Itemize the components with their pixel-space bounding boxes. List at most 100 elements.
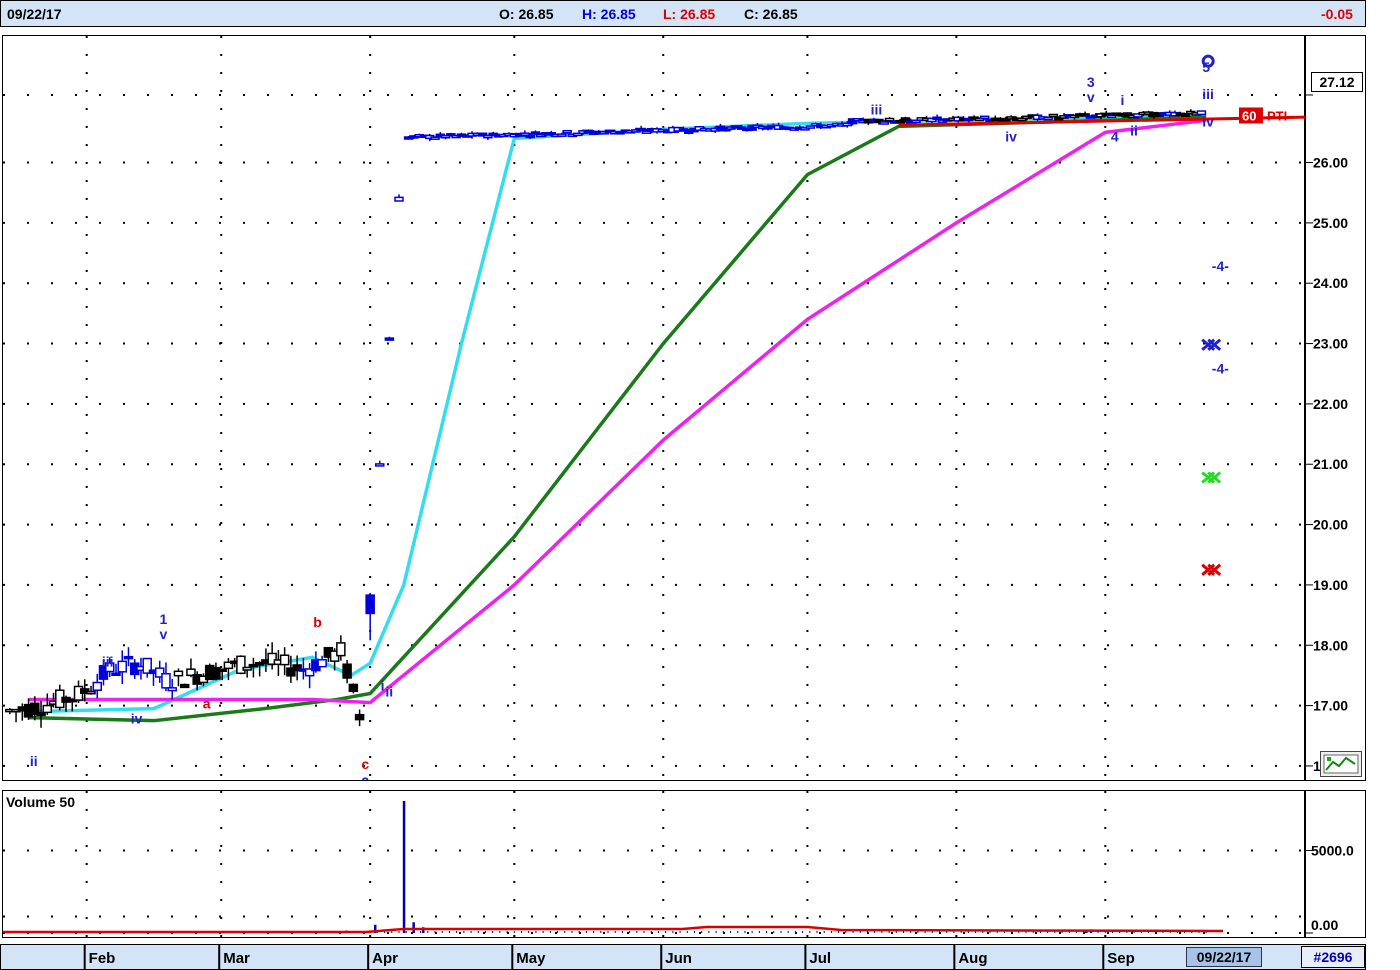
volume-tick-label-1: 5000.0 — [1311, 843, 1354, 859]
header-low: L: 26.85 — [663, 6, 716, 22]
price-tick-label-1: 17.00 — [1313, 698, 1348, 714]
last-price-tag: 27.12 — [1311, 72, 1363, 92]
candle-body — [342, 663, 352, 679]
candle-body — [279, 654, 290, 666]
time-axis[interactable]: Feb Mar Apr May Jun Jul Aug Sep — [1, 945, 1301, 969]
wave-label-4: v — [160, 626, 168, 642]
candle-body — [179, 683, 190, 689]
month-label-jun: Jun — [665, 950, 692, 967]
candle-body — [879, 121, 890, 125]
wave-label-6: b — [313, 614, 322, 630]
target-marker-green — [1201, 471, 1222, 484]
volume-chart[interactable]: 0.00 5000.0 — [3, 791, 1365, 937]
candle-body — [123, 655, 134, 660]
candle-body — [236, 655, 246, 675]
volume-bar-2 — [402, 801, 406, 933]
wave-label-9: i — [381, 678, 385, 694]
candle-body — [384, 337, 395, 341]
candle-body — [242, 666, 252, 671]
header-change: -0.05 — [1321, 6, 1353, 22]
wave-label-0: ii — [30, 753, 38, 769]
month-label-apr: Apr — [372, 950, 398, 967]
wave-label-17: ii — [1130, 122, 1138, 138]
time-axis-bar[interactable]: Feb Mar Apr May Jun Jul Aug Sep 09/22/17 — [0, 944, 1366, 970]
wave-label-19: iv — [1202, 113, 1214, 129]
candle-body — [317, 659, 327, 668]
price-panel[interactable]: 16.0017.0018.0019.0020.0021.0022.0023.00… — [2, 35, 1366, 781]
candle-body — [354, 713, 365, 721]
wave-label-12: iv — [1005, 128, 1017, 144]
candle-body — [636, 127, 646, 132]
price-tick-label-7: 23.00 — [1313, 336, 1348, 352]
candle-body — [161, 673, 171, 689]
ma-line-cyan — [28, 112, 1207, 714]
candle-body — [348, 683, 359, 693]
month-label-feb: Feb — [89, 950, 116, 967]
header-high: H: 26.85 — [582, 6, 636, 22]
candle-body — [979, 115, 990, 120]
header-close: C: 26.85 — [744, 6, 798, 22]
wave-label-13: 3 — [1087, 74, 1095, 90]
price-grid — [3, 36, 1305, 780]
candle-body — [42, 704, 53, 714]
month-label-mar: Mar — [223, 950, 250, 967]
month-label-aug: Aug — [958, 950, 987, 967]
candle-body — [217, 668, 227, 673]
target-marker-red — [1201, 563, 1222, 576]
chart-tools-icon[interactable] — [1320, 751, 1362, 777]
candle-body — [92, 681, 103, 691]
candle-body — [173, 670, 184, 677]
wave-label-15: 4 — [1111, 128, 1119, 144]
price-chart[interactable]: 16.0017.0018.0019.0020.0021.0022.0023.00… — [3, 36, 1365, 780]
month-label-sep: Sep — [1107, 950, 1135, 967]
ma-line-green — [28, 115, 1207, 723]
wave-label-11: iii — [871, 101, 883, 117]
candle-body — [375, 463, 385, 467]
price-tick-label-8: 24.00 — [1313, 275, 1348, 291]
candle-body — [932, 116, 942, 120]
candle-body — [394, 196, 404, 202]
candle-body — [111, 672, 121, 677]
volume-label: Volume 50 — [6, 794, 75, 810]
price-tick-label-6: 22.00 — [1313, 396, 1348, 412]
wave-label-8: 2 — [361, 774, 369, 780]
volume-moving-average — [3, 925, 1224, 934]
wave-label-2: iv — [131, 711, 143, 727]
wave-label-14: v — [1087, 89, 1095, 105]
candle-body — [562, 129, 572, 134]
volume-panel[interactable]: 0.00 5000.0 Volume 50 — [2, 790, 1366, 938]
symbol-count[interactable]: #2696 — [1301, 946, 1365, 968]
ma-line-magenta — [29, 118, 1207, 705]
candle-body — [900, 117, 911, 122]
candle-body — [1043, 116, 1053, 121]
candle-body — [117, 660, 127, 673]
wave-label-16: i — [1121, 92, 1125, 108]
header-open: O: 26.85 — [499, 6, 554, 22]
month-label-jul: Jul — [809, 950, 831, 967]
volume-tick-label-0: 0.00 — [1311, 917, 1338, 933]
volume-bars — [9, 801, 1207, 933]
wave-label-1: iii — [102, 653, 114, 669]
quote-header: 09/22/17 O: 26.85 H: 26.85 L: 26.85 C: 2… — [0, 0, 1366, 27]
wave-label-21: -4- — [1212, 258, 1229, 274]
pti-value: 60 — [1242, 108, 1256, 123]
price-tick-label-10: 26.00 — [1313, 155, 1348, 171]
price-axis-ticks: 16.0017.0018.0019.0020.0021.0022.0023.00… — [1305, 94, 1348, 774]
candle-body — [1180, 113, 1191, 117]
month-label-may: May — [516, 950, 546, 967]
candle-body — [167, 687, 177, 692]
candle-body — [1048, 113, 1059, 118]
price-tick-label-3: 19.00 — [1313, 577, 1348, 593]
price-tick-label-4: 20.00 — [1313, 517, 1348, 533]
candle-body — [557, 133, 567, 137]
volume-grid — [3, 791, 1305, 937]
wave-label-5: a — [203, 696, 211, 712]
candle-body — [36, 712, 46, 717]
candle-body — [86, 690, 96, 695]
wave-label-7: c — [361, 756, 369, 772]
wave-label-18: iii — [1202, 86, 1214, 102]
price-tick-label-9: 25.00 — [1313, 215, 1348, 231]
price-tick-label-5: 21.00 — [1313, 456, 1348, 472]
target-marker-blue — [1201, 338, 1222, 351]
candle-body — [530, 131, 541, 135]
